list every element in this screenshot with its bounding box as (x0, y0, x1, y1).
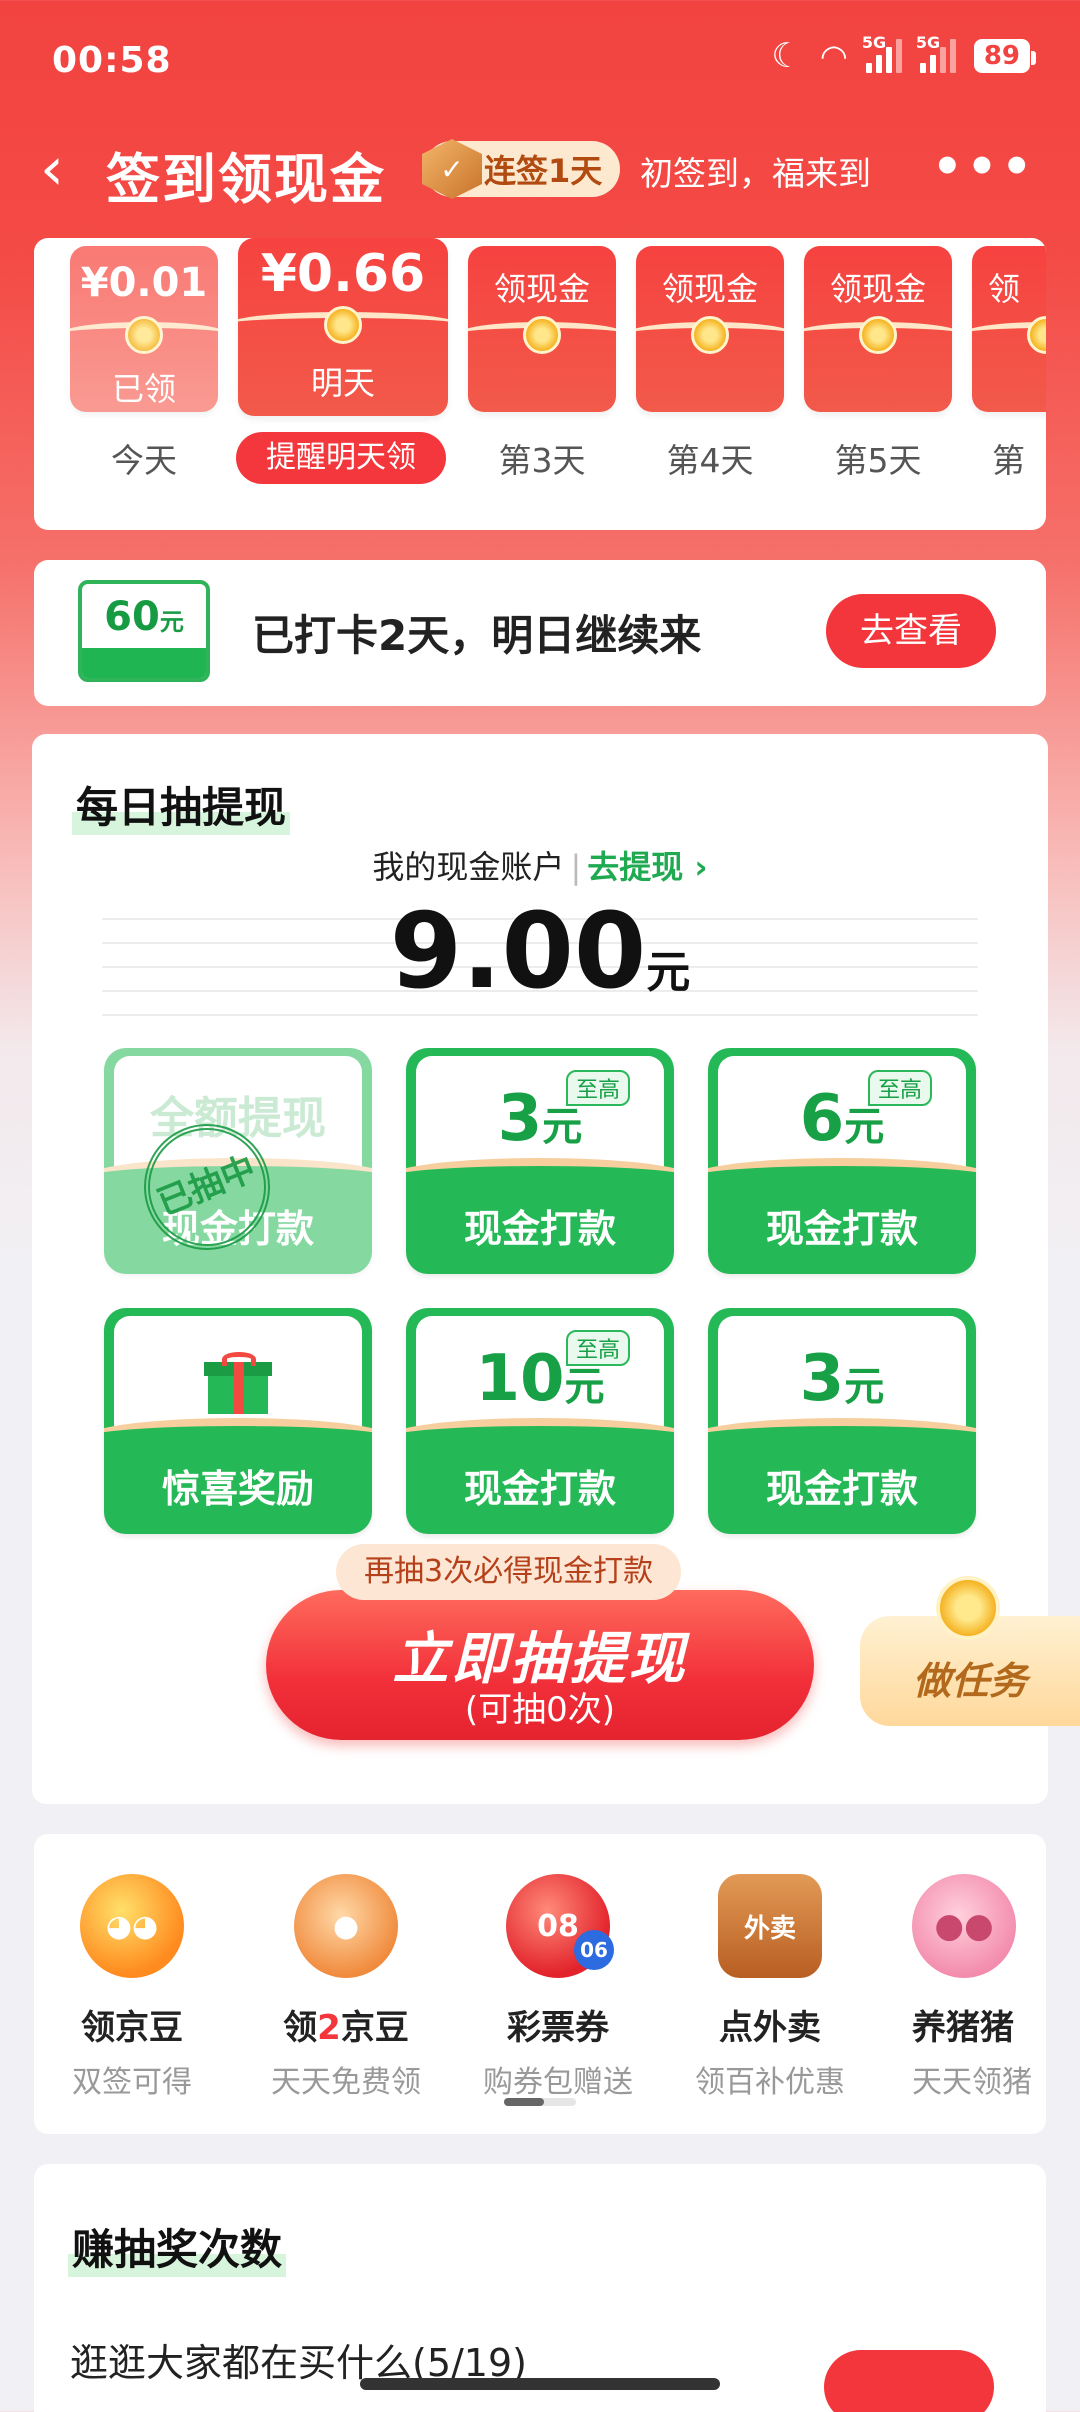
draw-hint-bubble: 再抽3次必得现金打款 (336, 1544, 682, 1600)
shortcut-name: 点外卖 (719, 2008, 821, 2048)
day-envelope-4[interactable]: 领现金 (636, 246, 784, 412)
shortcut-name: 养猪猪 (912, 2008, 1014, 2048)
envelope-state: 明天 (310, 364, 375, 402)
streak-badge-text: 连签1天 (484, 152, 603, 190)
pig-icon: ●● (912, 1874, 1016, 1978)
day-label: 第 (992, 441, 1025, 480)
coin-icon (523, 316, 561, 354)
status-icons: ☾ ◠ 5G 5G 89 (771, 33, 1037, 76)
ticket-value: 60 (104, 594, 160, 640)
day-envelope-tomorrow[interactable]: ¥0.66 明天 (238, 238, 448, 416)
status-bar: 00:58 ☾ ◠ 5G 5G 89 (0, 0, 1080, 120)
ticket-unit: 元 (159, 608, 184, 636)
prize-tile: 至高 6元 现金打款 (708, 1048, 976, 1274)
day-envelope-today[interactable]: ¥0.01 已领 (70, 246, 218, 412)
withdraw-link[interactable]: 去提现 › (587, 848, 707, 886)
envelope-title: 领 (988, 270, 1021, 308)
prize-tile: 3元 现金打款 (708, 1308, 976, 1534)
day-envelope-3[interactable]: 领现金 (468, 246, 616, 412)
shortcut-desc: 天天领猪 (912, 2065, 1032, 2100)
envelope-state: 已领 (111, 370, 176, 408)
wifi-icon: ◠ (819, 37, 848, 75)
tile-label: 惊喜奖励 (161, 1467, 314, 1511)
shortcut-name: 彩票券 (507, 2008, 609, 2048)
bean-icon: ● (294, 1874, 398, 1978)
moon-icon: ☾ (771, 36, 802, 76)
envelope-title: 领现金 (661, 270, 758, 308)
tile-label: 现金打款 (463, 1467, 616, 1511)
signin-days-card: ¥0.01 已领 ¥0.66 明天 领现金 领现金 领现金 领 今天 提醒明天领… (34, 238, 1046, 530)
shortcut-desc: 购券包赠送 (483, 2065, 633, 2100)
coin-icon (691, 316, 729, 354)
envelope-amount: ¥0.66 (260, 244, 426, 304)
tile-label: 现金打款 (765, 1467, 918, 1511)
streak-badge: ✓ 连签1天 (422, 139, 621, 199)
coin-icon (125, 316, 163, 354)
task-label: 做任务 (912, 1659, 1027, 1703)
shortcut-desc: 领百补优惠 (695, 2065, 845, 2100)
gift-icon (204, 1352, 272, 1414)
task-go-button[interactable] (824, 2350, 994, 2412)
draw-now-button[interactable]: 立即抽提现 (可抽0次) (266, 1590, 814, 1740)
shortcut-jingdou[interactable]: ◕◕ 领京豆 双签可得 (34, 1874, 232, 2101)
day-label: 今天 (111, 441, 177, 480)
page-header: ‹ 签到领现金 ✓ 连签1天 初签到，福来到 ••• (0, 125, 1080, 215)
tile-label: 现金打款 (463, 1207, 616, 1251)
back-button[interactable]: ‹ (40, 139, 64, 199)
shortcut-takeout[interactable]: 外卖 点外卖 领百补优惠 (670, 1874, 870, 2101)
lottery-ball-icon: 08 06 (506, 1874, 614, 1978)
duck-icon: ◕◕ (80, 1874, 184, 1978)
envelope-title: 领现金 (829, 270, 926, 308)
tile-label: 现金打款 (765, 1207, 918, 1251)
cash-account-row: 我的现金账户 | 去提现 › (372, 848, 708, 886)
section-title: 赚抽奖次数 (68, 2216, 287, 2277)
horizontal-scroll-indicator (504, 2098, 576, 2106)
shortcuts-card: ◕◕ 领京豆 双签可得 ● 领2京豆 天天免费领 08 06 彩票券 购券包赠送 … (34, 1834, 1046, 2134)
status-time: 00:58 (52, 40, 172, 81)
header-subtitle: 初签到，福来到 (640, 154, 871, 193)
shortcut-jingdou-2[interactable]: ● 领2京豆 天天免费领 (246, 1874, 446, 2101)
signal-icon: 5G (862, 33, 902, 73)
envelope-amount: ¥0.01 (80, 260, 208, 306)
checkin-text: 已打卡2天，明日继续来 (252, 611, 702, 660)
shortcut-name: 领京豆 (81, 2008, 183, 2048)
shortcut-name: 领2京豆 (283, 2008, 409, 2048)
signal-icon-2: 5G (916, 33, 956, 73)
shortcut-lottery[interactable]: 08 06 彩票券 购券包赠送 (458, 1874, 658, 2101)
takeout-bag-icon: 外卖 (718, 1874, 822, 1978)
shortcut-desc: 双签可得 (72, 2065, 192, 2100)
remind-tomorrow-button[interactable]: 提醒明天领 (236, 432, 446, 484)
coin-icon (936, 1576, 1000, 1640)
page-title: 签到领现金 (106, 148, 386, 211)
coin-icon (859, 316, 897, 354)
day-envelope-6[interactable]: 领 (972, 246, 1046, 412)
prize-tile-surprise: 惊喜奖励 (104, 1308, 372, 1534)
home-indicator[interactable] (360, 2378, 720, 2390)
day-label: 第4天 (666, 441, 754, 480)
prize-tile: 至高 10元 现金打款 (406, 1308, 674, 1534)
envelope-title: 领现金 (493, 270, 590, 308)
prize-tile: 至高 3元 现金打款 (406, 1048, 674, 1274)
draw-button-sub: (可抽0次) (464, 1690, 616, 1730)
medal-icon: ✓ (422, 139, 482, 199)
account-label: 我的现金账户 (372, 848, 565, 886)
view-button[interactable]: 去查看 (826, 594, 996, 668)
shortcut-pig[interactable]: ●● 养猪猪 天天领猪 (882, 1874, 1046, 2101)
battery-indicator: 89 (973, 39, 1037, 73)
day-envelope-5[interactable]: 领现金 (804, 246, 952, 412)
more-menu-icon[interactable]: ••• (932, 139, 1036, 195)
cash-ticket-icon: 60元 (78, 580, 210, 682)
day-label: 第3天 (498, 441, 586, 480)
do-task-button[interactable]: 做任务 (860, 1576, 1080, 1726)
shortcut-desc: 天天免费领 (271, 2065, 421, 2100)
checkin-card: 60元 已打卡2天，明日继续来 去查看 (34, 560, 1046, 706)
coin-icon (324, 306, 362, 344)
balance-amount: 9.00元 (389, 890, 691, 1012)
section-title: 每日抽提现 (72, 774, 291, 835)
earn-draws-card: 赚抽奖次数 逛逛大家都在买什么(5/19) (34, 2164, 1046, 2412)
day-label: 第5天 (834, 441, 922, 480)
